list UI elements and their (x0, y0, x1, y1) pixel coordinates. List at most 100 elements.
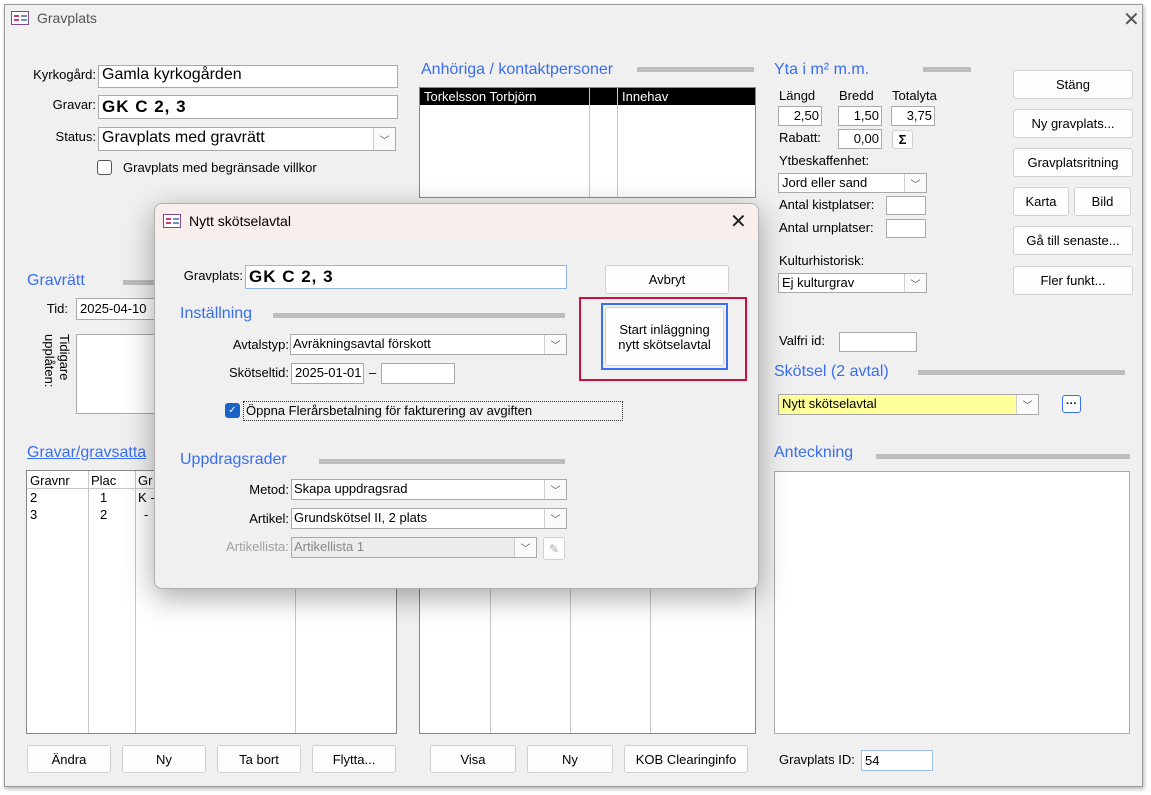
langd-field[interactable]: 2,50 (778, 106, 822, 126)
urnplatser-field[interactable] (886, 219, 926, 238)
gravplats-id-field: 54 (861, 750, 933, 771)
installning-title: Inställning (180, 305, 253, 322)
valfri-field[interactable] (839, 332, 917, 352)
more-button[interactable]: ··· (1062, 395, 1081, 413)
ny-button[interactable]: Ny (527, 745, 613, 773)
artikellista-value: Artikellista 1 (294, 539, 365, 554)
divider (923, 67, 971, 72)
kistplatser-label: Antal kistplatser: (779, 197, 875, 212)
avtalstyp-label: Avtalstyp: (232, 337, 289, 352)
ny-gravplats-button[interactable]: Ny gravplats... (1013, 109, 1133, 138)
metod-select[interactable]: Skapa uppdragsrad ﹀ (291, 479, 567, 500)
edit-pencil-icon: ✎ (543, 537, 565, 560)
bredd-label: Bredd (839, 88, 874, 103)
yta-title: Yta i m² m.m. (774, 61, 870, 78)
gravplats-label: Gravplats: (183, 268, 243, 283)
dialog-title-group: Nytt skötselavtal (163, 213, 291, 229)
dialog-title-bar: Nytt skötselavtal ✕ (155, 204, 758, 240)
anteckning-title: Anteckning (774, 444, 854, 461)
kulturhistorisk-label: Kulturhistorisk: (779, 253, 865, 268)
cell: 2 (30, 490, 38, 505)
artikel-value: Grundskötsel II, 2 plats (294, 510, 427, 525)
bredd-field[interactable]: 1,50 (838, 106, 882, 126)
divider (637, 67, 754, 72)
avtalstyp-value: Avräkningsavtal förskott (293, 336, 431, 351)
andra-button[interactable]: Ändra (27, 745, 111, 773)
ny-grav-button[interactable]: Ny (122, 745, 206, 773)
kistplatser-field[interactable] (886, 196, 926, 215)
kulturhistorisk-select[interactable]: Ej kulturgrav ﹀ (778, 273, 927, 293)
metod-label: Metod: (249, 482, 289, 497)
status-label: Status: (55, 129, 96, 144)
kulturhistorisk-value: Ej kulturgrav (782, 275, 855, 290)
metod-value: Skapa uppdragsrad (294, 481, 408, 496)
cell: 1 (100, 490, 108, 505)
stang-button[interactable]: Stäng (1013, 70, 1133, 99)
fler-funkt-button[interactable]: Fler funkt... (1013, 266, 1133, 295)
visa-button[interactable]: Visa (430, 745, 516, 773)
begransade-label: Gravplats med begränsade villkor (123, 160, 317, 175)
chevron-down-icon: ﹀ (904, 274, 926, 292)
anteckning-textarea[interactable] (774, 471, 1130, 734)
flytta-button[interactable]: Flytta... (312, 745, 396, 773)
chevron-down-icon: ﹀ (1016, 395, 1038, 414)
gravplats-field[interactable]: GK C 2, 3 (245, 265, 567, 289)
oppna-label[interactable]: Öppna Flerårsbetalning för fakturering a… (243, 401, 623, 421)
gravar-label: Gravar: (52, 97, 96, 112)
chevron-down-icon: ﹀ (514, 538, 536, 557)
artikellista-label: Artikellista: (226, 539, 289, 554)
dash: – (369, 365, 377, 380)
artikel-select[interactable]: Grundskötsel II, 2 plats ﹀ (291, 508, 567, 529)
divider (589, 88, 590, 197)
bild-button[interactable]: Bild (1074, 187, 1131, 216)
sum-button[interactable]: Σ (892, 130, 913, 149)
avbryt-button[interactable]: Avbryt (605, 265, 729, 294)
gravar-gravsatta-title[interactable]: Gravar/gravsatta (27, 444, 146, 462)
divider (918, 370, 1125, 375)
chevron-down-icon: ﹀ (373, 128, 395, 150)
header-gravnr: Gravnr (30, 473, 70, 488)
start-inlaggning-button[interactable]: Start inläggning nytt skötselavtal (605, 307, 724, 366)
close-icon[interactable]: ✕ (1123, 7, 1140, 32)
kob-clearinginfo-button[interactable]: KOB Clearinginfo (624, 745, 748, 773)
karta-button[interactable]: Karta (1013, 187, 1069, 216)
anhoriga-title: Anhöriga / kontaktpersoner (421, 61, 614, 78)
kyrkogard-label: Kyrkogård: (33, 67, 96, 82)
nytt-skotselavtal-dialog: Nytt skötselavtal ✕ Gravplats: GK C 2, 3… (154, 203, 759, 589)
totalyta-label: Totalyta (892, 88, 937, 103)
skotseltid-to-field[interactable] (381, 363, 455, 384)
title-bar: Gravplats (11, 10, 97, 26)
avtalstyp-select[interactable]: Avräkningsavtal förskott ﹀ (290, 334, 567, 355)
close-icon[interactable]: ✕ (730, 209, 747, 234)
tid-label: Tid: (46, 301, 68, 316)
rabatt-field[interactable]: 0,00 (838, 129, 882, 149)
tidigare-field[interactable] (76, 334, 156, 414)
list-item[interactable]: Torkelsson Torbjörn Innehav (420, 88, 755, 105)
ga-till-senaste-button[interactable]: Gå till senaste... (1013, 226, 1133, 255)
skotseltid-from-field[interactable]: 2025-01-01 (291, 363, 364, 384)
gravar-field[interactable]: GK C 2, 3 (98, 95, 398, 119)
ytbeskaffenhet-select[interactable]: Jord eller sand ﹀ (778, 173, 927, 193)
anhoriga-list[interactable]: Torkelsson Torbjörn Innehav (419, 87, 756, 198)
skotsel-select[interactable]: Nytt skötselavtal ﹀ (778, 394, 1039, 415)
dialog-title: Nytt skötselavtal (189, 213, 291, 229)
ta-bort-button[interactable]: Ta bort (217, 745, 301, 773)
totalyta-field: 3,75 (891, 106, 935, 126)
gravplatsritning-button[interactable]: Gravplatsritning (1013, 148, 1133, 177)
tid-field[interactable]: 2025-04-10 (76, 298, 156, 320)
valfri-label: Valfri id: (779, 333, 825, 348)
chevron-down-icon: ﹀ (544, 509, 566, 528)
artikel-label: Artikel: (249, 511, 289, 526)
divider (273, 313, 565, 318)
urnplatser-label: Antal urnplatser: (779, 220, 874, 235)
status-value: Gravplats med gravrätt (102, 129, 265, 146)
rabatt-label: Rabatt: (779, 130, 821, 145)
divider (617, 88, 618, 197)
cell: - (144, 507, 149, 522)
status-select[interactable]: Gravplats med gravrätt ﹀ (98, 127, 396, 151)
oppna-checkbox[interactable]: ✓ (225, 403, 240, 418)
chevron-down-icon: ﹀ (904, 174, 926, 192)
kyrkogard-field[interactable]: Gamla kyrkogården (98, 65, 398, 88)
begransade-checkbox[interactable] (97, 160, 112, 175)
ytbeskaffenhet-label: Ytbeskaffenhet: (779, 153, 870, 168)
